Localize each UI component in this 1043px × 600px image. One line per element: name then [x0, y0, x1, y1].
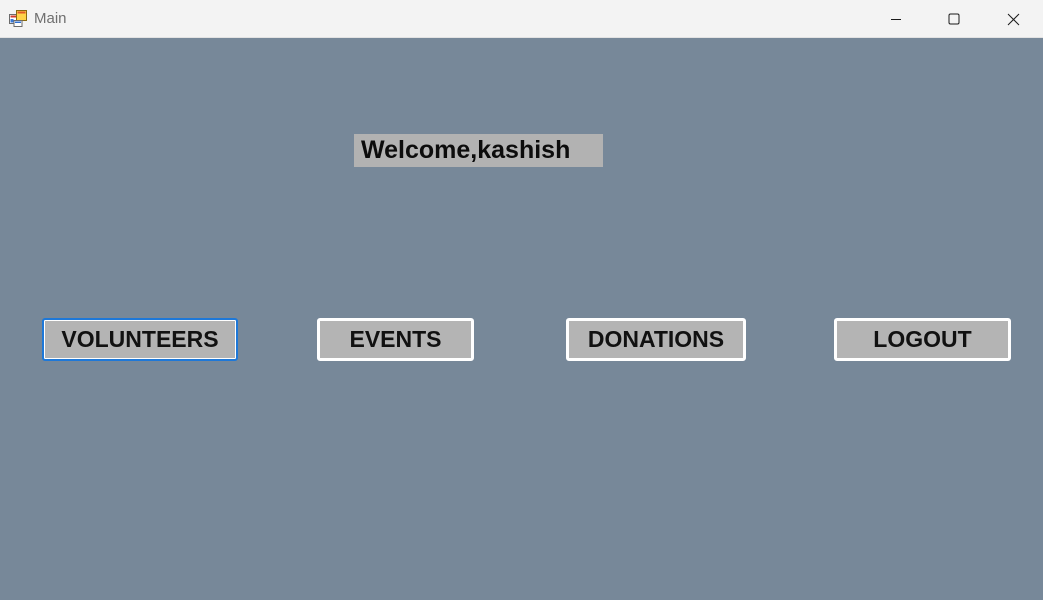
window-title: Main [34, 10, 67, 27]
maximize-icon [948, 13, 960, 25]
minimize-button[interactable] [867, 0, 925, 38]
logout-button[interactable]: LOGOUT [834, 318, 1011, 361]
volunteers-button[interactable]: VOLUNTEERS [42, 318, 238, 361]
events-button[interactable]: EVENTS [317, 318, 474, 361]
client-area: Welcome,kashish VOLUNTEERS EVENTS DONATI… [0, 38, 1043, 600]
donations-button[interactable]: DONATIONS [566, 318, 746, 361]
maximize-button[interactable] [925, 0, 983, 38]
close-button[interactable] [984, 0, 1042, 38]
title-bar[interactable]: Main [0, 0, 1043, 38]
minimize-icon [890, 13, 902, 25]
welcome-label: Welcome,kashish [354, 134, 603, 167]
app-icon[interactable] [9, 10, 27, 27]
close-icon [1007, 13, 1020, 26]
main-window: Main Welcome,kashish VOLUNTEERS EVENTS D… [0, 0, 1043, 600]
